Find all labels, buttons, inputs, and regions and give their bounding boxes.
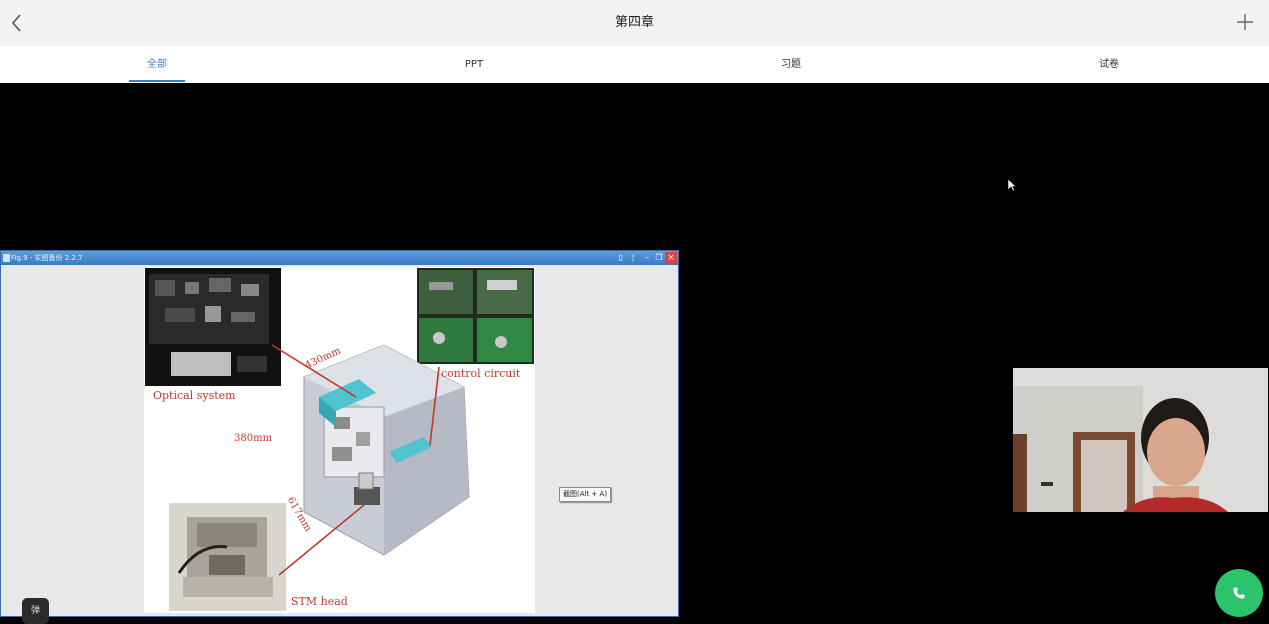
mouse-cursor-icon bbox=[1007, 178, 1017, 192]
live-stage: Fig.9 - 实图备份 2.2.7 ▯ ¦ – ❐ × 430mm 380mm… bbox=[0, 83, 1269, 624]
tab-bar: 全部 PPT 习题 试卷 bbox=[0, 46, 1269, 83]
phone-icon bbox=[1233, 587, 1245, 599]
add-button[interactable] bbox=[1235, 12, 1255, 32]
screenshot-tooltip: 截图(Alt + A) bbox=[559, 487, 612, 502]
chevron-left-icon bbox=[11, 14, 21, 32]
call-button[interactable] bbox=[1215, 569, 1263, 617]
plus-icon bbox=[1237, 14, 1253, 30]
danmu-toggle-button[interactable]: 弹 bbox=[22, 598, 49, 624]
teacher-video[interactable] bbox=[1013, 368, 1268, 512]
restore-icon[interactable]: ❐ bbox=[654, 253, 664, 263]
danmu-input[interactable]: 点击发弹幕 ... bbox=[79, 603, 135, 616]
control-circuit-label: control circuit bbox=[441, 367, 521, 380]
close-icon[interactable]: × bbox=[665, 252, 677, 264]
ppt-window-title: Fig.9 - 实图备份 2.2.7 bbox=[11, 254, 83, 262]
annotation-lines bbox=[271, 344, 440, 576]
stm-head-label: STM head bbox=[291, 595, 348, 608]
separator-icon: ¦ bbox=[631, 253, 635, 262]
dimension-380-label: 380mm bbox=[234, 433, 273, 444]
active-tab-indicator bbox=[129, 80, 185, 82]
pin-icon[interactable]: ▯ bbox=[616, 253, 626, 263]
shared-ppt-window: Fig.9 - 实图备份 2.2.7 ▯ ¦ – ❐ × 430mm 380mm… bbox=[0, 250, 679, 617]
tab-exercises[interactable]: 习题 bbox=[731, 46, 851, 83]
tab-ppt[interactable]: PPT bbox=[414, 46, 534, 83]
minimize-icon[interactable]: – bbox=[642, 253, 652, 263]
slide-figure: 430mm 380mm 617mm control circuit Optica… bbox=[144, 267, 535, 613]
tab-exams[interactable]: 试卷 bbox=[1049, 46, 1169, 83]
back-button[interactable] bbox=[6, 11, 28, 35]
ppt-window-titlebar: Fig.9 - 实图备份 2.2.7 ▯ ¦ – ❐ × bbox=[1, 251, 678, 265]
top-bar: 第四章 bbox=[0, 0, 1269, 46]
tab-all[interactable]: 全部 bbox=[97, 46, 217, 83]
app-icon bbox=[3, 254, 10, 262]
optical-system-label: Optical system bbox=[153, 389, 236, 402]
page-title: 第四章 bbox=[614, 15, 654, 30]
